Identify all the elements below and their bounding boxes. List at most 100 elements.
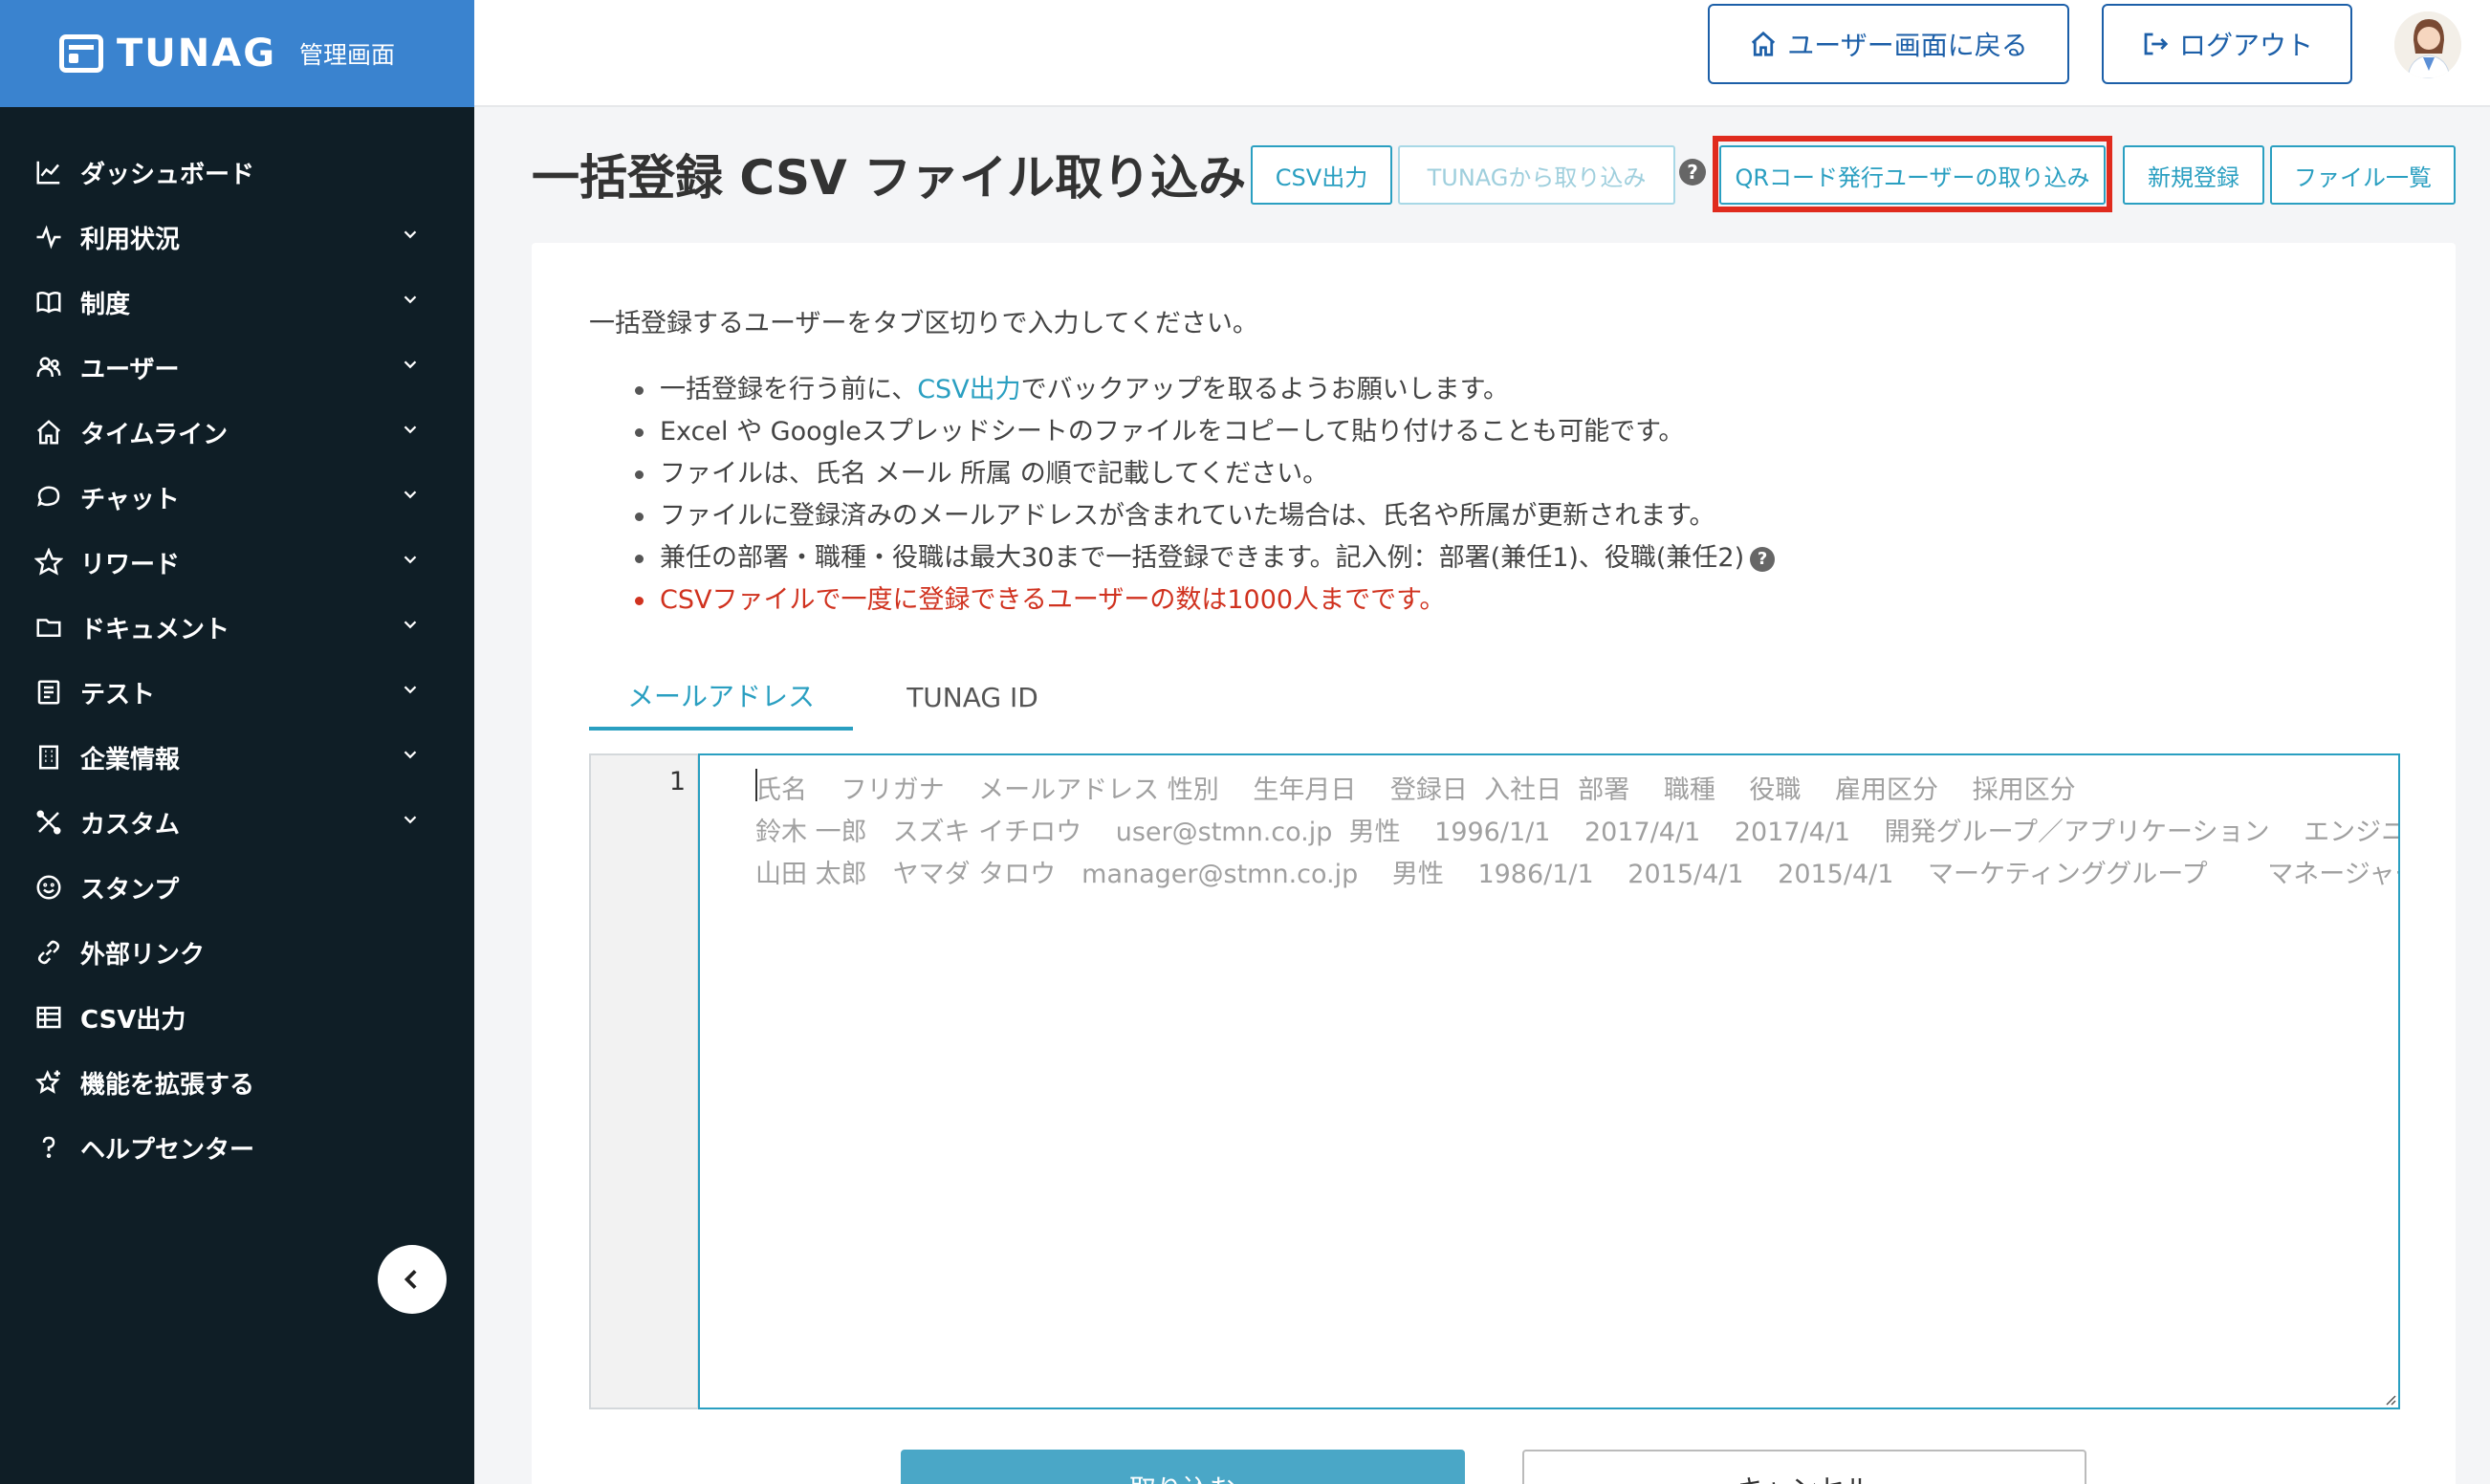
instruction-item: ファイルに登録済みのメールアドレスが含まれていた場合は、氏名や所属が更新されます… <box>635 495 1775 537</box>
sidebar-item[interactable]: ドキュメント <box>0 595 474 660</box>
instruction-list: 一括登録を行う前に、CSV出力でバックアップを取るようお願いします。 Excel… <box>635 369 1776 622</box>
sidebar-item-label: チャット <box>80 485 180 514</box>
instruction-item: 一括登録を行う前に、CSV出力でバックアップを取るようお願いします。 <box>635 369 1775 411</box>
chart-icon <box>33 156 65 188</box>
users-icon <box>33 351 65 383</box>
csv-export-button[interactable]: CSV出力 <box>1251 145 1392 205</box>
instruction-text: 一括登録を行う前に、 <box>660 375 918 404</box>
logout-icon <box>2144 33 2169 55</box>
brand-subtitle: 管理画面 <box>299 41 396 69</box>
warning-item: CSVファイルで一度に登録できるユーザーの数は1000人までです。 <box>635 579 1775 622</box>
logout-button[interactable]: ログアウト <box>2102 4 2352 84</box>
help-icon[interactable]: ? <box>1750 546 1776 572</box>
sidebar-item[interactable]: 企業情報 <box>0 725 474 790</box>
sidebar-item-label: ヘルプセンター <box>80 1135 255 1165</box>
placeholder-line: 山田 太郎 ヤマダ タロウ manager@stmn.co.jp 男性 1986… <box>755 860 2400 889</box>
sidebar-item-label: 企業情報 <box>80 745 181 775</box>
brand-header[interactable]: TUNAG 管理画面 <box>0 0 474 107</box>
checklist-icon <box>33 676 65 709</box>
tab-email[interactable]: メールアドレス <box>589 664 853 731</box>
resize-grip-icon[interactable] <box>2383 1392 2396 1406</box>
back-to-user-screen-label: ユーザー画面に戻る <box>1787 30 2028 61</box>
link-icon <box>33 936 65 969</box>
chevron-down-icon <box>400 288 421 316</box>
smile-icon <box>33 871 65 904</box>
chevron-down-icon <box>400 223 421 251</box>
pulse-icon <box>33 221 65 253</box>
sidebar-item[interactable]: 制度 <box>0 270 474 335</box>
sidebar-item[interactable]: タイムライン <box>0 400 474 465</box>
help-icon[interactable]: ? <box>1679 159 1706 186</box>
file-list-button[interactable]: ファイル一覧 <box>2270 145 2456 205</box>
import-card: 一括登録するユーザーをタブ区切りで入力してください。 一括登録を行う前に、CSV… <box>532 243 2456 1484</box>
line-number-gutter: 1 <box>591 755 698 1408</box>
line-number: 1 <box>668 767 686 797</box>
sidebar-item-label: スタンプ <box>80 875 180 905</box>
building-icon <box>33 741 65 774</box>
sidebar-item-label: テスト <box>80 680 156 709</box>
chevron-down-icon <box>400 808 421 837</box>
placeholder-line: 鈴木 一郎 スズキ イチロウ user@stmn.co.jp 男性 1996/1… <box>755 818 2400 847</box>
instruction-item: ファイルは、氏名 メール 所属 の順で記載してください。 <box>635 453 1775 495</box>
folder-icon <box>33 611 65 644</box>
tab-tunag-id[interactable]: TUNAG ID <box>853 664 1092 731</box>
table-icon <box>33 1001 65 1034</box>
sidebar-item-label: ダッシュボード <box>80 160 255 189</box>
logout-label: ログアウト <box>2178 30 2313 61</box>
import-button[interactable]: 取り込む <box>901 1450 1465 1484</box>
question-icon <box>33 1131 65 1164</box>
sidebar-item[interactable]: 機能を拡張する <box>0 1050 474 1115</box>
star-icon <box>33 546 65 578</box>
top-bar: ユーザー画面に戻る ログアウト <box>474 0 2490 107</box>
chevron-left-icon <box>404 1269 417 1290</box>
sidebar-item[interactable]: CSV出力 <box>0 985 474 1050</box>
back-to-user-screen-button[interactable]: ユーザー画面に戻る <box>1708 4 2069 84</box>
sidebar-item-label: 制度 <box>80 290 131 319</box>
intro-text: 一括登録するユーザーをタブ区切りで入力してください。 <box>589 309 1258 338</box>
csv-textarea[interactable]: 氏名 フリガナ メールアドレス 性別 生年月日 登録日 入社日 部署 職種 役職… <box>698 753 2400 1409</box>
tunag-logo-icon <box>59 34 103 73</box>
instruction-text: 兼任の部署・職種・役職は最大30まで一括登録できます。記入例：部署(兼任1)、役… <box>660 543 1745 573</box>
new-register-button[interactable]: 新規登録 <box>2123 145 2264 205</box>
sidebar-item-label: リワード <box>80 550 181 579</box>
book-icon <box>33 286 65 318</box>
chevron-down-icon <box>400 548 421 577</box>
sidebar-item-label: CSV出力 <box>80 1005 186 1035</box>
sidebar-nav: ダッシュボード 利用状況制度ユーザータイムライン チャットリワードドキュメント テスト… <box>0 107 474 1180</box>
csv-editor: 1 氏名 フリガナ メールアドレス 性別 生年月日 登録日 入社日 部署 職種 … <box>589 753 2400 1409</box>
star-plus-icon <box>33 1066 65 1099</box>
sidebar-item[interactable]: ダッシュボード <box>0 140 474 205</box>
cancel-button[interactable]: キャンセル <box>1522 1450 2086 1484</box>
sidebar-item[interactable]: スタンプ <box>0 855 474 920</box>
collapse-sidebar-button[interactable] <box>378 1245 447 1314</box>
sidebar-item[interactable]: ユーザー <box>0 335 474 400</box>
chevron-down-icon <box>400 353 421 382</box>
qr-user-import-button[interactable]: QRコード発行ユーザーの取り込み <box>1719 145 2106 205</box>
csv-export-link[interactable]: CSV出力 <box>917 375 1020 404</box>
tunag-import-button[interactable]: TUNAGから取り込み <box>1398 145 1675 205</box>
sidebar-item[interactable]: ヘルプセンター <box>0 1115 474 1180</box>
chat-icon <box>33 481 65 513</box>
chevron-down-icon <box>400 483 421 512</box>
sidebar-item-label: ドキュメント <box>80 615 230 644</box>
sidebar-item[interactable]: カスタム <box>0 790 474 855</box>
sidebar-item-label: タイムライン <box>80 420 229 449</box>
tools-icon <box>33 806 65 839</box>
avatar[interactable] <box>2394 11 2461 78</box>
sidebar-item-label: ユーザー <box>80 355 180 384</box>
sidebar-item[interactable]: 外部リンク <box>0 920 474 985</box>
sidebar-item-label: 利用状況 <box>80 225 181 254</box>
sidebar-item[interactable]: リワード <box>0 530 474 595</box>
user-avatar-image <box>2394 11 2461 78</box>
chevron-down-icon <box>400 613 421 642</box>
sidebar-item[interactable]: チャット <box>0 465 474 530</box>
instruction-item: Excel や Googleスプレッドシートのファイルをコピーして貼り付けること… <box>635 411 1775 453</box>
sidebar-item-label: カスタム <box>80 810 181 840</box>
sidebar-item[interactable]: 利用状況 <box>0 205 474 270</box>
placeholder-line: 氏名 フリガナ メールアドレス 性別 生年月日 登録日 入社日 部署 職種 役職… <box>755 775 2076 805</box>
brand-name: TUNAG <box>117 32 277 76</box>
home-icon <box>33 416 65 448</box>
input-type-tabs: メールアドレス TUNAG ID <box>589 664 2396 731</box>
sidebar-item[interactable]: テスト <box>0 660 474 725</box>
instruction-text: でバックアップを取るようお願いします。 <box>1020 375 1509 404</box>
